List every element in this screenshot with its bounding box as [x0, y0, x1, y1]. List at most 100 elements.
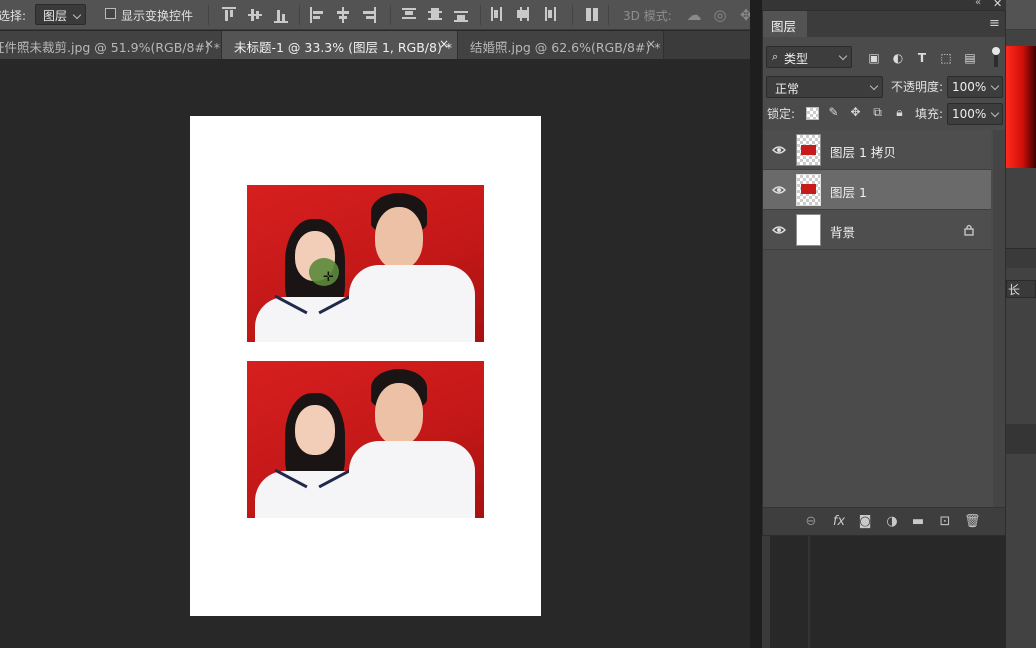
layer-row-selected[interactable]: 图层 1: [763, 170, 991, 210]
3d-orbit-icon[interactable]: ☁: [685, 6, 703, 24]
layers-scrollbar[interactable]: [993, 130, 1005, 507]
link-icon[interactable]: ⊖: [803, 514, 819, 530]
document-page[interactable]: ✛: [190, 116, 541, 616]
tab-document-2[interactable]: 未标题-1 @ 33.3% (图层 1, RGB/8) * ×: [222, 31, 458, 59]
align-vertical-center-icon[interactable]: [248, 7, 262, 23]
close-icon[interactable]: ×: [646, 37, 656, 51]
toolbar-divider: [299, 5, 300, 25]
lock-artboard-icon[interactable]: ⧉: [871, 106, 884, 119]
lock-label: 锁定:: [767, 107, 796, 121]
color-picker-preview[interactable]: [1006, 46, 1036, 168]
distribute-left-icon[interactable]: [490, 7, 504, 23]
lock-transparent-pixels-icon[interactable]: [806, 107, 819, 120]
tab-label: 未标题-1 @ 33.3% (图层 1, RGB/8) *: [234, 40, 453, 55]
layer-thumbnail: [796, 214, 821, 246]
chevron-down-icon: [72, 10, 82, 20]
mask-icon[interactable]: ◙: [857, 514, 873, 530]
tab-document-1[interactable]: 证件照未裁剪.jpg @ 51.9%(RGB/8#) * ×: [0, 31, 222, 59]
eye-visibility-icon[interactable]: [772, 223, 786, 237]
layers-panel: 图层 ≡ ⌕ 类型 ▣ ◐ T ⬚ ▤ 正常 不透明度: 100% 锁定: ✎ …: [762, 10, 1006, 536]
distribute-right-icon[interactable]: [542, 7, 556, 23]
auto-select-dropdown[interactable]: 图层: [35, 4, 86, 25]
blend-mode-value: 正常: [775, 82, 800, 96]
layer-name[interactable]: 背景: [830, 222, 855, 241]
shape-filter-icon[interactable]: ⬚: [939, 51, 953, 65]
close-icon[interactable]: ×: [204, 37, 214, 51]
tab-document-3[interactable]: 结婚照.jpg @ 62.6%(RGB/8#) * ×: [458, 31, 664, 59]
toolbar-divider: [480, 5, 481, 25]
distribute-vertical-center-icon[interactable]: [428, 7, 442, 23]
distribute-top-icon[interactable]: [402, 7, 416, 23]
align-right-icon[interactable]: [362, 7, 376, 23]
adjustment-icon[interactable]: ◑: [884, 514, 900, 530]
distribute-bottom-icon[interactable]: [454, 7, 468, 23]
filter-kind-value: 类型: [784, 52, 809, 66]
adjustment-filter-icon[interactable]: ◐: [891, 51, 905, 65]
align-horizontal-center-icon[interactable]: [336, 7, 350, 23]
panel-menu-icon[interactable]: ≡: [989, 16, 1000, 31]
wedding-photo-copy[interactable]: ✛: [247, 185, 484, 342]
toolbar-divider: [608, 5, 609, 25]
layer-filter-dropdown[interactable]: ⌕ 类型: [766, 46, 852, 68]
move-cursor-icon: ✛: [323, 270, 334, 285]
fx-icon[interactable]: fx: [831, 514, 847, 530]
show-transform-label: 显示变换控件: [121, 9, 194, 23]
toolbar-divider: [208, 5, 209, 25]
opacity-input[interactable]: 100%: [947, 76, 1003, 98]
align-bottom-icon[interactable]: [274, 7, 288, 23]
chevron-down-icon[interactable]: [990, 108, 1000, 118]
pixel-filter-icon[interactable]: ▣: [867, 51, 881, 65]
document-tab-bar: 证件照未裁剪.jpg @ 51.9%(RGB/8#) * × 未标题-1 @ 3…: [0, 31, 760, 59]
lock-position-icon[interactable]: ✥: [849, 106, 862, 119]
lock-all-icon[interactable]: 🔒︎: [893, 106, 906, 119]
show-transform-checkbox[interactable]: [105, 8, 116, 19]
layer-name[interactable]: 图层 1: [830, 182, 867, 201]
fill-label: 填充:: [915, 107, 944, 121]
layer-row[interactable]: 背景: [763, 210, 991, 250]
auto-align-icon[interactable]: [586, 7, 600, 23]
layers-panel-tabs: 图层 ≡: [763, 11, 1005, 37]
close-icon[interactable]: ×: [439, 37, 449, 51]
panel-title-bar: « ✕: [762, 0, 1006, 10]
tab-layers[interactable]: 图层: [763, 11, 807, 37]
hidden-panel-button[interactable]: 长: [1006, 280, 1036, 298]
toolbar-divider: [390, 5, 391, 25]
hidden-panel-header: [1006, 424, 1036, 454]
smart-object-filter-icon[interactable]: ▤: [963, 51, 977, 65]
blend-mode-dropdown[interactable]: 正常: [766, 76, 883, 98]
lock-image-pixels-icon[interactable]: ✎: [827, 106, 840, 119]
layers-panel-footer: ⊖ fx ◙ ◑ ▬ ⊡ 🗑︎: [763, 507, 1005, 535]
layer-name[interactable]: 图层 1 拷贝: [830, 142, 896, 161]
3d-roll-icon[interactable]: ◎: [711, 6, 729, 24]
type-filter-icon[interactable]: T: [915, 51, 929, 65]
eye-visibility-icon[interactable]: [772, 183, 786, 197]
auto-select-value: 图层: [43, 9, 68, 23]
folder-icon[interactable]: ▬: [910, 514, 926, 530]
layer-row[interactable]: 图层 1 拷贝: [763, 130, 991, 170]
3d-mode-label: 3D 模式:: [623, 9, 672, 23]
chevron-down-icon: [838, 51, 848, 61]
close-panel-icon[interactable]: ✕: [993, 0, 1002, 10]
trash-icon[interactable]: 🗑︎: [964, 514, 981, 530]
tab-label: 证件照未裁剪.jpg @ 51.9%(RGB/8#) *: [0, 40, 221, 55]
hidden-panel-field[interactable]: [1006, 248, 1036, 268]
fill-input[interactable]: 100%: [947, 103, 1003, 125]
chevron-down-icon[interactable]: [990, 81, 1000, 91]
search-icon: ⌕: [772, 50, 779, 63]
filter-toggle-switch[interactable]: [992, 47, 1000, 67]
panel-dock-divider[interactable]: [750, 0, 762, 648]
eye-visibility-icon[interactable]: [772, 143, 786, 157]
align-top-icon[interactable]: [222, 7, 236, 23]
fill-value: 100%: [952, 107, 987, 121]
toolbar-divider: [572, 5, 573, 25]
collapse-panel-icon[interactable]: «: [975, 0, 981, 8]
opacity-label: 不透明度:: [891, 80, 944, 94]
layers-list: 图层 1 拷贝 图层 1 背景: [763, 130, 993, 252]
wedding-photo[interactable]: [247, 361, 484, 518]
layer-thumbnail: [796, 134, 821, 166]
align-left-icon[interactable]: [310, 7, 324, 23]
distribute-horizontal-center-icon[interactable]: [516, 7, 530, 23]
tab-label: 结婚照.jpg @ 62.6%(RGB/8#) *: [470, 40, 661, 55]
layer-thumbnail: [796, 174, 821, 206]
new-layer-icon[interactable]: ⊡: [937, 514, 953, 530]
